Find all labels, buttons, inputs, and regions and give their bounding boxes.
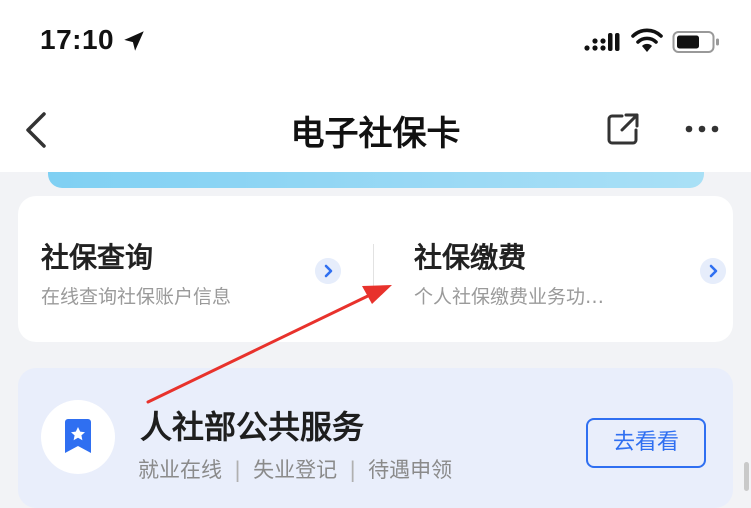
battery-icon (672, 31, 719, 53)
separator: | (234, 458, 242, 482)
banner[interactable] (48, 172, 704, 188)
public-service-card[interactable]: 人社部公共服务 就业在线 | 失业登记 | 待遇申领 去看看 (18, 368, 733, 508)
public-service-links: 就业在线 | 失业登记 | 待遇申领 (138, 454, 452, 484)
public-service-icon-badge (41, 400, 115, 474)
public-service-title: 人社部公共服务 (140, 408, 365, 446)
go-see-button[interactable]: 去看看 (586, 418, 706, 468)
share-icon[interactable] (604, 110, 642, 148)
scroll-indicator[interactable] (744, 462, 749, 491)
services-card: 社保查询 在线查询社保账户信息 社保缴费 个人社保缴费业务功… (18, 196, 733, 342)
nav-bar: 电子社保卡 (0, 82, 751, 172)
more-icon[interactable] (684, 120, 720, 138)
bookmark-star-icon (65, 419, 91, 453)
status-time: 17:10 (40, 24, 115, 55)
location-arrow-icon (124, 31, 144, 51)
link-benefits-claim[interactable]: 待遇申领 (368, 458, 452, 482)
chevron-right-icon (315, 258, 341, 284)
link-employment-online[interactable]: 就业在线 (138, 458, 222, 482)
cellular-signal-icon (584, 33, 620, 51)
service-title: 社保查询 (41, 241, 154, 274)
wifi-icon (631, 28, 663, 52)
status-bar: 17:10 (0, 0, 751, 82)
separator: | (349, 458, 357, 482)
service-social-security-payment[interactable]: 社保缴费 个人社保缴费业务功… (374, 196, 733, 342)
service-description: 个人社保缴费业务功… (414, 286, 605, 308)
chevron-right-icon (700, 258, 726, 284)
service-title: 社保缴费 (414, 241, 527, 274)
link-unemployment-registration[interactable]: 失业登记 (253, 458, 337, 482)
service-social-security-query[interactable]: 社保查询 在线查询社保账户信息 (18, 196, 373, 342)
service-description: 在线查询社保账户信息 (41, 286, 232, 308)
